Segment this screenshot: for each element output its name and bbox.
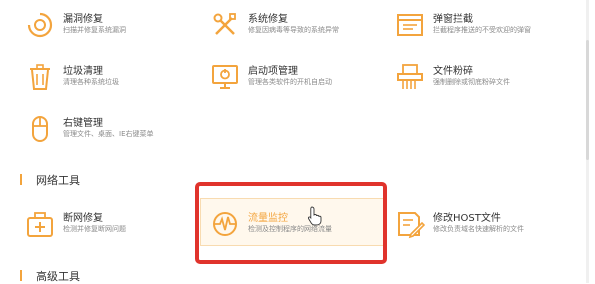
tool-name: 漏洞修复 [63, 14, 103, 25]
tool-junk-cleanup[interactable]: 垃圾清理 清理各种系统垃圾 [25, 58, 210, 102]
wrench-screwdriver-icon [210, 10, 240, 40]
tool-name: 右键管理 [63, 118, 103, 129]
section-title-advanced-tools: 高级工具 [20, 268, 80, 284]
hand-cursor-icon [307, 206, 323, 226]
popup-block-icon [395, 10, 425, 40]
tool-popup-blocker[interactable]: 弹窗拦截 拦截程序推送的不受欢迎的弹窗 [395, 6, 580, 50]
tool-name: 垃圾清理 [63, 66, 103, 77]
tool-name: 启动项管理 [248, 66, 298, 77]
shredder-icon [395, 62, 425, 92]
tool-desc: 扫描并修复系统漏洞 [63, 26, 126, 34]
section-title-network-tools: 网络工具 [20, 172, 80, 188]
tool-desc: 拦截程序推送的不受欢迎的弹窗 [433, 26, 531, 34]
trash-icon [25, 62, 55, 92]
section-title-text: 高级工具 [36, 270, 80, 283]
annotation-highlight-box [195, 182, 387, 264]
tool-desc: 清理各种系统垃圾 [63, 78, 119, 86]
section-marker [20, 270, 22, 281]
tool-desc: 检测并修复断网问题 [63, 225, 126, 233]
startup-monitor-icon [210, 62, 240, 92]
host-file-edit-icon [395, 209, 425, 239]
shield-scan-icon [25, 10, 55, 40]
tool-name: 文件粉碎 [433, 66, 473, 77]
tool-edit-host-file[interactable]: 修改HOST文件 修改负责域名快速解析的文件 [395, 205, 580, 249]
tool-name: 系统修复 [248, 14, 288, 25]
section-title-text: 网络工具 [36, 174, 80, 187]
tool-startup-manager[interactable]: 启动项管理 管理各类软件的开机自启动 [210, 58, 395, 102]
tool-name: 弹窗拦截 [433, 14, 473, 25]
tool-desc: 管理各类软件的开机自启动 [248, 78, 332, 86]
tool-system-repair[interactable]: 系统修复 修复因病毒等导致的系统异常 [210, 6, 395, 50]
tool-desc: 修改负责域名快速解析的文件 [433, 225, 524, 233]
tool-desc: 修复因病毒等导致的系统异常 [248, 26, 339, 34]
tool-desc: 管理文件、桌面、IE右键菜单 [63, 130, 154, 138]
tool-network-repair[interactable]: 断网修复 检测并修复断网问题 [25, 205, 210, 249]
tool-desc: 强制删除或彻底粉碎文件 [433, 78, 510, 86]
tool-context-menu-manager[interactable]: 右键管理 管理文件、桌面、IE右键菜单 [25, 110, 210, 154]
tool-vulnerability-repair[interactable]: 漏洞修复 扫描并修复系统漏洞 [25, 6, 210, 50]
tool-file-shredder[interactable]: 文件粉碎 强制删除或彻底粉碎文件 [395, 58, 580, 102]
mouse-icon [25, 114, 55, 144]
network-repair-kit-icon [25, 209, 55, 239]
tool-name: 修改HOST文件 [433, 213, 501, 224]
section-marker [20, 174, 22, 185]
scrollbar-thumb[interactable] [586, 40, 589, 160]
tool-name: 断网修复 [63, 213, 103, 224]
